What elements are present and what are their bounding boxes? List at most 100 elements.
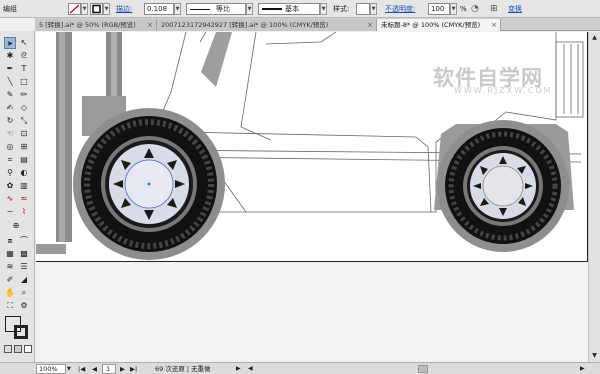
column-graph-icon[interactable]: ▦: [4, 248, 16, 260]
stroke-weight-label[interactable]: 描边:: [116, 3, 132, 15]
last-page-icon[interactable]: ▶|: [130, 364, 137, 374]
line-tool-icon[interactable]: ╲: [4, 76, 16, 88]
tab-document-2007[interactable]: 20071231729429​27 [转换].ai* @ 100% (CMYK/…: [157, 19, 377, 31]
tab-document-5[interactable]: 5 [转换].ai* @ 50% (RGB/预览) ×: [35, 19, 157, 31]
color-mode-icon[interactable]: [4, 345, 12, 353]
perspective-tool-icon[interactable]: ⊞: [18, 141, 30, 153]
warp-tool-icon[interactable]: ☜: [4, 128, 16, 140]
print-tiling-icon[interactable]: ⛶: [4, 300, 16, 312]
variable-width-profile[interactable]: 等比: [186, 3, 246, 15]
stroke-weight-value: 0.108: [147, 5, 168, 13]
eyedropper-alt-icon[interactable]: ✐: [4, 274, 16, 286]
blob-brush-tool-icon[interactable]: ✍: [4, 102, 16, 114]
pencil-tool-icon[interactable]: ✏: [18, 89, 30, 101]
pen-tool-icon[interactable]: ✒: [4, 63, 16, 75]
status-arrow-icon[interactable]: ▶: [236, 364, 241, 374]
mesh-tool-icon[interactable]: ⌗: [4, 154, 16, 166]
mast-top: [199, 32, 207, 43]
artboard-tool-icon[interactable]: ⧈: [4, 235, 16, 247]
free-transform-tool-icon[interactable]: ⊡: [18, 128, 30, 140]
none-mode-icon[interactable]: [24, 345, 32, 353]
eyedropper-tool-icon[interactable]: ⚲: [4, 167, 16, 179]
live-paint-select-icon[interactable]: ⌇: [18, 206, 30, 218]
profile-dropdown[interactable]: ▼: [246, 3, 253, 15]
brush-label: 基本: [285, 5, 299, 13]
align-icon[interactable]: ⊞: [490, 3, 498, 15]
gradient-mode-icon[interactable]: [14, 345, 22, 353]
zoom-dropdown-icon[interactable]: ▼: [67, 364, 71, 374]
front-wheel: [73, 108, 225, 260]
warp-width-tool-icon[interactable]: ≈: [18, 193, 30, 205]
style-label: 样式:: [333, 5, 350, 13]
first-page-icon[interactable]: |◀: [78, 364, 85, 374]
close-icon[interactable]: ×: [147, 19, 153, 31]
gradient-tool-icon[interactable]: ▤: [18, 154, 30, 166]
stroke-box-icon: [92, 4, 101, 14]
next-page-icon[interactable]: ▶: [120, 364, 125, 374]
stroke-color-box[interactable]: [14, 325, 28, 339]
tab-label: 5 [转换].ai* @ 50% (RGB/预览): [39, 21, 136, 29]
fill-swatch[interactable]: [68, 3, 81, 15]
brush-definition[interactable]: 基本: [258, 3, 320, 15]
eraser-tool-icon[interactable]: ◇: [18, 102, 30, 114]
rotate-tool-icon[interactable]: ↻: [4, 115, 16, 127]
opacity-dropdown[interactable]: ▼: [450, 3, 457, 15]
zoom-value: 100%: [39, 365, 58, 373]
direct-selection-tool-icon[interactable]: ↖: [18, 37, 30, 49]
tools-panel: ➤ ↖ ✱ ᘓ ✒ T ╲ □ ✎ ✏ ✍ ◇ ↻ ⤡ ☜ ⊡ ◎ ⊞ ⌗ ▤ …: [0, 31, 35, 363]
lasso-tool-icon[interactable]: ᘓ: [18, 50, 30, 62]
magic-wand-tool-icon[interactable]: ✱: [4, 50, 16, 62]
blend-tool-icon[interactable]: ◐: [18, 167, 30, 179]
rectangle-tool-icon[interactable]: □: [18, 76, 30, 88]
zoom-tool-icon[interactable]: ⌕: [18, 287, 30, 299]
graph-tool-icon[interactable]: ▥: [18, 180, 30, 192]
zoom-field[interactable]: 100%: [36, 364, 66, 374]
close-icon[interactable]: ×: [491, 19, 497, 31]
scroll-up-icon[interactable]: ▲: [590, 34, 599, 42]
hand-tool-icon[interactable]: ✋: [4, 287, 16, 299]
page-field[interactable]: 1: [102, 364, 116, 374]
window-pillar: [240, 32, 272, 141]
scale-tool-icon[interactable]: ⤡: [18, 115, 30, 127]
selection-tool-icon[interactable]: ➤: [4, 37, 16, 49]
crosshair-tool-icon[interactable]: ⊕: [10, 220, 22, 232]
scroll-down-icon[interactable]: ▼: [590, 352, 599, 360]
stroke-weight-field[interactable]: 0.108: [144, 3, 174, 15]
recolor-icon[interactable]: ◔: [471, 3, 479, 15]
opacity-field[interactable]: 100: [428, 3, 450, 15]
type-tool-icon[interactable]: T: [18, 63, 30, 75]
graphic-style-dropdown[interactable]: ▼: [370, 3, 377, 15]
stroke-swatch[interactable]: [90, 3, 103, 15]
slice-tool-icon[interactable]: ⌒: [18, 235, 30, 247]
status-bar: 100% ▼ |◀ ◀ 1 ▶ ▶| 69 次还原 | 无重做 ▶ ◀ ▶: [0, 362, 600, 374]
mast-highlight: [59, 32, 65, 242]
profile-label: 等比: [216, 5, 230, 13]
scroll-right-icon[interactable]: ▶: [580, 364, 585, 374]
shape-builder-tool-icon[interactable]: ◎: [4, 141, 16, 153]
grille-bars: [563, 44, 579, 114]
chart-tool-icon[interactable]: ▩: [18, 248, 30, 260]
stack-tool-icon[interactable]: ≋: [4, 261, 16, 273]
width-tool-icon[interactable]: ∿: [4, 193, 16, 205]
scroll-left-icon[interactable]: ◀: [248, 364, 253, 374]
close-icon[interactable]: ×: [367, 19, 373, 31]
opacity-label[interactable]: 不透明度:: [385, 3, 415, 15]
prev-page-icon[interactable]: ◀: [92, 364, 97, 374]
stroke-weight-dropdown[interactable]: ▼: [174, 3, 181, 15]
transform-link[interactable]: 变换: [508, 3, 522, 15]
measure-tool-icon[interactable]: ◢: [18, 274, 30, 286]
page-number: 1: [106, 365, 111, 373]
live-paint-tool-icon[interactable]: ∽: [4, 206, 16, 218]
mast-chain: [201, 32, 232, 87]
fill-dropdown[interactable]: ▼: [81, 3, 88, 15]
tab-untitled-8[interactable]: 未标题-8* @ 100% (CMYK/预览) ×: [377, 19, 501, 31]
horizontal-scroll-thumb[interactable]: [418, 365, 428, 373]
graphic-style-swatch[interactable]: [356, 3, 370, 15]
vertical-scrollbar[interactable]: ▲ ▼: [588, 32, 600, 362]
paintbrush-tool-icon[interactable]: ✎: [4, 89, 16, 101]
stroke-dropdown[interactable]: ▼: [103, 3, 110, 15]
bar-graph-icon[interactable]: ☰: [18, 261, 30, 273]
brush-dropdown[interactable]: ▼: [320, 3, 327, 15]
symbol-sprayer-tool-icon[interactable]: ✿: [4, 180, 16, 192]
symbol-tool-icon[interactable]: ⚙: [18, 300, 30, 312]
